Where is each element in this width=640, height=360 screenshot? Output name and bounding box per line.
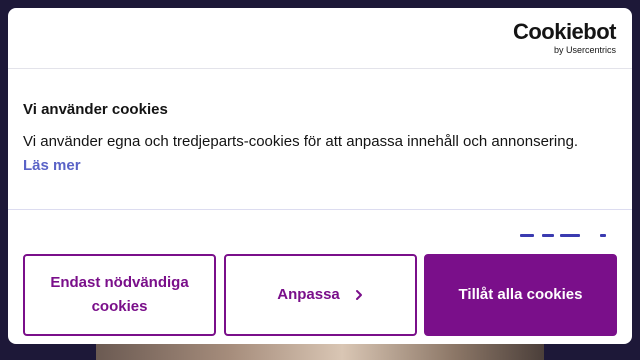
chevron-right-icon	[355, 290, 362, 300]
read-more-link[interactable]: Läs mer	[23, 157, 81, 174]
logo-byline: by Usercentrics	[553, 45, 616, 55]
customize-button[interactable]: Anpassa	[224, 254, 417, 336]
cookiebot-logo: Cookiebot by Usercentrics	[506, 19, 617, 60]
dialog-description: Vi använder egna och tredjeparts-cookies…	[23, 130, 583, 178]
hidden-link-fragment	[520, 234, 608, 240]
allow-all-button[interactable]: Tillåt alla cookies	[424, 254, 617, 336]
content-divider	[8, 209, 632, 210]
dialog-title: Vi använder cookies	[23, 101, 168, 118]
allow-all-label: Tillåt alla cookies	[458, 286, 583, 303]
necessary-only-label: Endast nödvändiga cookies	[50, 274, 189, 315]
cookie-consent-dialog: Cookiebot by Usercentrics Vi använder co…	[8, 8, 632, 344]
description-text: Vi använder egna och tredjeparts-cookies…	[23, 133, 579, 150]
dialog-header: Cookiebot by Usercentrics	[8, 8, 632, 69]
dialog-content: Vi använder cookies Vi använder egna och…	[23, 100, 583, 178]
necessary-only-button[interactable]: Endast nödvändiga cookies	[23, 254, 216, 336]
logo-wordmark: Cookiebot	[512, 19, 617, 44]
customize-label: Anpassa	[277, 286, 340, 303]
